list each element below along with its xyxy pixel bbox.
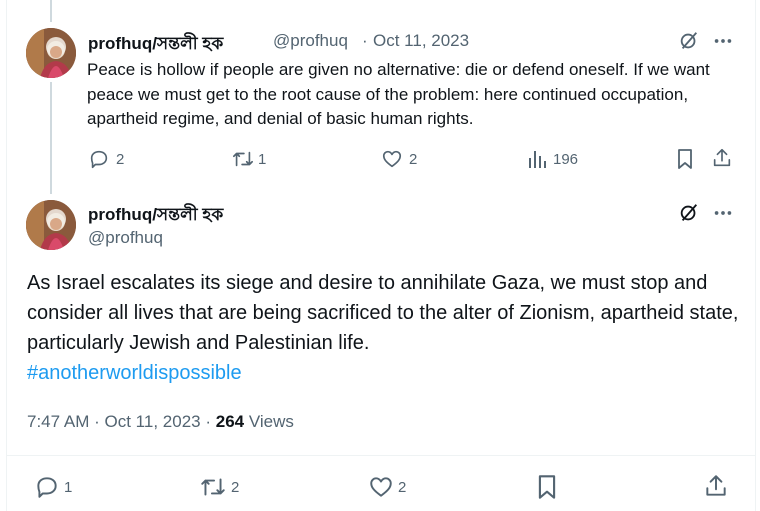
like-count: 2: [398, 478, 407, 496]
views-button[interactable]: 196: [527, 148, 578, 170]
display-name[interactable]: profhuq/সম্তলী হক: [88, 202, 223, 230]
share-icon[interactable]: [711, 147, 733, 169]
like-count: 2: [409, 150, 418, 168]
avatar[interactable]: [26, 200, 76, 250]
separator: ·: [94, 412, 100, 431]
tweet-date[interactable]: Oct 11, 2023: [373, 31, 469, 51]
reply-button[interactable]: 2: [88, 148, 124, 170]
tweet-body: As Israel escalates its siege and desire…: [27, 272, 739, 354]
display-name[interactable]: profhuq/সম্তলী হক: [88, 31, 223, 59]
repost-count: 1: [258, 150, 267, 168]
repost-icon: [233, 151, 253, 167]
tweet-text: As Israel escalates its siege and desire…: [27, 268, 739, 388]
avatar[interactable]: [26, 28, 76, 78]
grok-icon[interactable]: [678, 30, 700, 52]
like-icon: [382, 150, 402, 168]
repost-icon: [201, 478, 225, 496]
more-icon[interactable]: [712, 203, 734, 223]
reply-count: 2: [116, 150, 125, 168]
tweet-metadata: 7:47 AM · Oct 11, 2023 · 264 Views: [27, 412, 294, 432]
tweet-text: Peace is hollow if people are given no a…: [87, 60, 710, 128]
thread-connector: [50, 82, 52, 194]
tweet-time[interactable]: 7:47 AM: [27, 412, 89, 431]
tweet-date[interactable]: Oct 11, 2023: [105, 412, 201, 431]
like-button[interactable]: 2: [381, 148, 417, 170]
thread-connector: [50, 0, 52, 22]
reply-icon: [37, 477, 57, 498]
views-label: Views: [248, 412, 294, 431]
repost-count: 2: [231, 478, 240, 496]
divider: [6, 455, 756, 456]
separator: ·: [362, 31, 368, 50]
handle[interactable]: @profhuq: [88, 228, 163, 248]
separator: ·: [205, 412, 212, 431]
hashtag-link[interactable]: #anotherworldispossible: [27, 358, 739, 388]
reply-count: 1: [64, 478, 73, 496]
bookmark-icon[interactable]: [535, 474, 559, 500]
share-icon[interactable]: [703, 473, 729, 499]
reply-icon: [90, 150, 108, 169]
reply-button[interactable]: 1: [34, 474, 72, 500]
views-count: 196: [553, 150, 579, 168]
handle[interactable]: @profhuq: [273, 31, 348, 51]
bookmark-icon[interactable]: [675, 148, 695, 170]
more-icon[interactable]: [712, 31, 734, 51]
views-icon: [529, 151, 546, 168]
grok-icon[interactable]: [678, 202, 700, 224]
like-icon: [370, 477, 392, 497]
repost-button[interactable]: 1: [231, 148, 266, 170]
like-button[interactable]: 2: [368, 474, 406, 500]
repost-button[interactable]: 2: [199, 474, 239, 500]
views-count: 264: [215, 412, 245, 431]
